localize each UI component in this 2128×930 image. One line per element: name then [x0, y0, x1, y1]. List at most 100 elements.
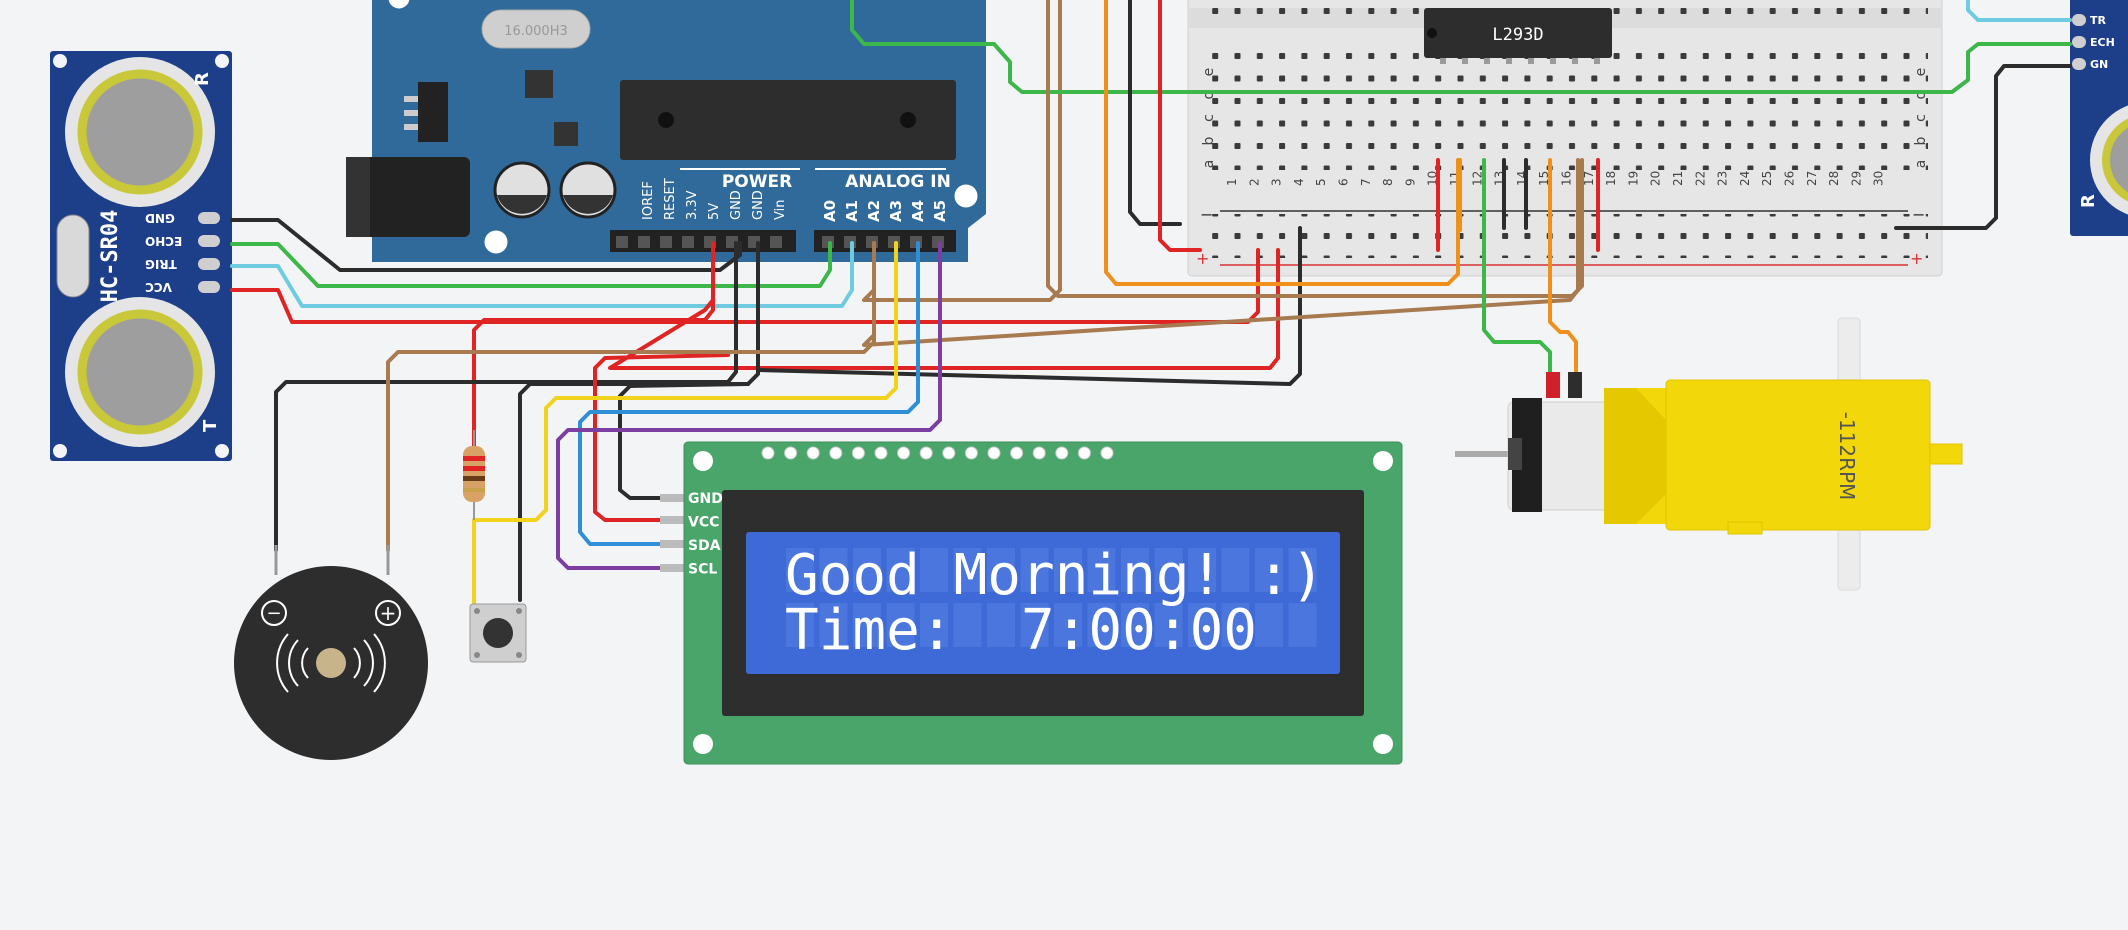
right-sensor-pin-label: GN — [2090, 58, 2108, 71]
voltage-regulator — [418, 82, 448, 142]
sensor-corner-mark: R — [192, 72, 213, 86]
power-pin-label: IOREF — [641, 181, 656, 220]
lcd-pin-label-scl: SCL — [688, 562, 717, 578]
wire-cyan-right[interactable] — [1966, 0, 2072, 22]
lcd-display[interactable]: GNDVCCSDASCL Good Morning! :) Time: 7:00… — [683, 441, 1403, 765]
breadboard-column-number: 7 — [1359, 178, 1373, 186]
breadboard-row-letter: b — [1913, 136, 1929, 145]
l293d-label: L293D — [1492, 25, 1543, 45]
motor-terminal-red[interactable] — [1546, 372, 1560, 398]
analog-pin-label: A0 — [821, 200, 839, 222]
dc-gear-motor[interactable]: -112RPM — [1455, 317, 1963, 591]
breadboard-terminal-holes — [1200, 46, 1928, 170]
rail-plus-right: + — [1910, 249, 1923, 268]
breadboard-column-number: 4 — [1292, 178, 1306, 186]
sensor-model-label: HC-SR04 — [98, 210, 123, 303]
breadboard-column-number: 25 — [1760, 171, 1774, 186]
lcd-top-pin — [874, 446, 888, 460]
breadboard-column-number: 27 — [1805, 171, 1819, 186]
lcd-header-pins — [660, 494, 686, 572]
analog-pin-label: A3 — [887, 200, 905, 222]
power-pin-label: 5V — [707, 203, 722, 220]
ultrasonic-sensor-right[interactable]: R TR ECH GN — [2070, 0, 2128, 236]
breadboard-column-number: 26 — [1783, 171, 1797, 186]
lcd-char-cell — [1255, 603, 1283, 647]
breadboard-column-number: 19 — [1626, 171, 1640, 186]
lcd-top-pin — [942, 446, 956, 460]
right-sensor-pin-label: TR — [2090, 14, 2107, 27]
breadboard-column-number: 23 — [1716, 171, 1730, 186]
circuit-canvas[interactable]: − + − + edcba edcba 1 2 3 4 5 6 7 8 9 10 11 12 13 14 1… — [0, 0, 2128, 930]
lcd-top-pin — [784, 446, 798, 460]
breadboard-row-letter: e — [1913, 68, 1929, 77]
breadboard-column-number: 29 — [1849, 171, 1863, 186]
lcd-top-pin — [761, 446, 775, 460]
sensor-pin-gnd[interactable] — [198, 212, 220, 224]
breadboard-column-number: 21 — [1671, 171, 1685, 186]
power-header-title: POWER — [722, 172, 792, 192]
wire-black-top[interactable] — [1128, 0, 1182, 226]
crystal-oscillator — [56, 214, 90, 298]
breadboard-row-letter: b — [1201, 136, 1217, 145]
l293d-chip[interactable]: L293D — [1424, 8, 1612, 64]
breadboard-column-number: 8 — [1381, 178, 1395, 186]
header-slot[interactable] — [682, 236, 694, 248]
right-sensor-pin-gn[interactable] — [2072, 58, 2086, 70]
sensor-pin-label-vcc: VCC — [145, 280, 172, 294]
analog-pin-label: A1 — [843, 200, 861, 222]
lcd-top-pin — [1100, 446, 1114, 460]
header-slot[interactable] — [770, 236, 782, 248]
sensor-pin-label-gnd: GND — [145, 211, 175, 225]
right-sensor-pin-ech[interactable] — [2072, 36, 2086, 48]
header-slot[interactable] — [638, 236, 650, 248]
power-pin-label: Vin — [773, 200, 788, 220]
lcd-pin-label-vcc: VCC — [688, 515, 719, 531]
transducer-bottom — [65, 297, 215, 447]
lcd-top-pin — [1010, 446, 1024, 460]
power-header[interactable] — [610, 230, 796, 252]
push-button-cap[interactable] — [483, 618, 513, 648]
breadboard-column-number: 28 — [1827, 171, 1841, 186]
header-slot[interactable] — [660, 236, 672, 248]
breadboard-column-number: 16 — [1560, 171, 1574, 186]
breadboard-column-number: 2 — [1247, 178, 1261, 186]
sensor-pin-vcc[interactable] — [198, 281, 220, 293]
resistor[interactable] — [463, 430, 485, 520]
right-sensor-pin-tr[interactable] — [2072, 14, 2086, 26]
arduino-uno[interactable]: 16.000H3 POWER ANALOG IN IOREF RESET 3.3V 5… — [346, 0, 986, 262]
right-sensor-corner-mark: R — [2078, 194, 2099, 208]
ultrasonic-sensor-left[interactable]: HC-SR04 R T GND ECHO TRIG VCC — [50, 51, 232, 461]
motor-terminal-black[interactable] — [1568, 372, 1582, 398]
sensor-pin-trig[interactable] — [198, 258, 220, 270]
lcd-top-pin — [851, 446, 865, 460]
analog-pin-label: A4 — [909, 200, 927, 222]
lcd-top-pin — [897, 446, 911, 460]
rail-minus-right: − — [1912, 205, 1925, 224]
lcd-top-pin — [987, 446, 1001, 460]
lcd-pin-label-gnd: GND — [688, 491, 723, 507]
breadboard-row-letter: e — [1201, 68, 1217, 77]
sensor-pin-label-trig: TRIG — [145, 257, 177, 271]
power-pin-label: GND — [729, 190, 744, 220]
lcd-top-pin — [1032, 446, 1046, 460]
piezo-buzzer[interactable]: − + — [234, 545, 428, 760]
lcd-pin-label-sda: SDA — [688, 538, 721, 554]
smd-chip — [525, 70, 553, 98]
breadboard-row-letter: a — [1913, 160, 1929, 169]
lcd-char-cell — [1288, 603, 1317, 647]
header-slot[interactable] — [616, 236, 628, 248]
buzzer-plus: + — [380, 601, 397, 625]
rail-minus-left: − — [1200, 205, 1213, 224]
analog-pin-label: A2 — [865, 200, 883, 222]
breadboard-column-number: 9 — [1403, 178, 1417, 186]
motor-rpm-label: -112RPM — [1835, 412, 1859, 501]
breadboard-power-rail-holes — [1200, 214, 1928, 258]
push-button[interactable] — [469, 603, 527, 663]
power-pin-label: GND — [751, 190, 766, 220]
sensor-pin-echo[interactable] — [198, 235, 220, 247]
power-pin-label: RESET — [663, 178, 678, 220]
right-sensor-pin-label: ECH — [2090, 36, 2115, 49]
breadboard-column-number: 20 — [1649, 171, 1663, 186]
breadboard-column-number: 5 — [1314, 178, 1328, 186]
power-pin-label: 3.3V — [685, 190, 700, 220]
